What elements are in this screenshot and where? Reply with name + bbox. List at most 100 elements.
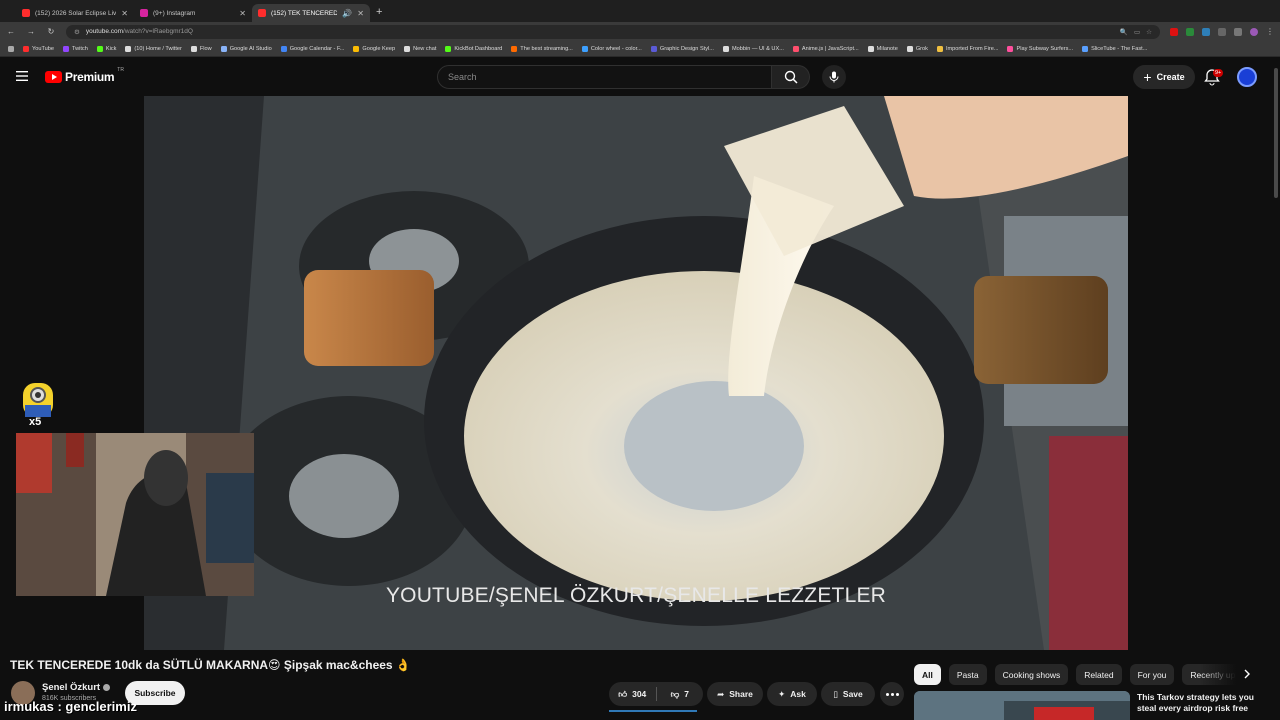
- cast-icon[interactable]: ▭: [1134, 28, 1140, 36]
- new-tab-icon[interactable]: +: [376, 6, 382, 18]
- close-tab-icon[interactable]: ✕: [357, 9, 364, 18]
- channel-name[interactable]: Şenel Özkurt: [42, 682, 111, 693]
- ask-label: Ask: [790, 689, 806, 699]
- more-dots-icon: [885, 692, 889, 696]
- minion-sticker-icon: x5: [19, 381, 57, 428]
- bookmark-item[interactable]: SliceTube - The Fast...: [1082, 45, 1147, 52]
- zoom-icon[interactable]: 🔍: [1120, 28, 1128, 36]
- bookmark-item[interactable]: (10) Home / Twitter: [125, 45, 182, 52]
- site-info-icon[interactable]: ⚙: [74, 28, 80, 36]
- bookmark-item[interactable]: New chat: [404, 45, 436, 52]
- bookmark-item[interactable]: KickBot Dashboard: [445, 45, 503, 52]
- filter-chip[interactable]: All: [914, 664, 941, 685]
- bookmark-item[interactable]: Milanote: [867, 45, 898, 52]
- bookmark-item[interactable]: Google Calendar - F...: [280, 45, 345, 52]
- bookmark-label: KickBot Dashboard: [454, 45, 503, 52]
- recommended-video-thumbnail[interactable]: [914, 691, 1130, 720]
- verified-badge-icon: [103, 684, 111, 691]
- bookmark-item[interactable]: Imported From Fire...: [936, 45, 999, 52]
- filter-chip[interactable]: Cooking shows: [994, 664, 1069, 685]
- filter-chip[interactable]: Related: [1076, 664, 1122, 685]
- bookmark-label: Google AI Studio: [229, 45, 272, 52]
- bookmark-label: Kick: [105, 45, 117, 52]
- back-icon[interactable]: ←: [6, 27, 16, 36]
- close-tab-icon[interactable]: ✕: [239, 9, 246, 18]
- profile-icon[interactable]: [1250, 27, 1258, 36]
- bookmark-label: Google Calendar - F...: [289, 45, 345, 52]
- browser-tab[interactable]: (152) 2026 Solar Eclipse Live fro ✕: [16, 4, 134, 22]
- browser-toolbar: ← → ↻ ⚙ youtube.com/watch?v=lRaebgmr1dQ …: [0, 22, 1280, 41]
- bookmark-favicon-icon: [1082, 45, 1089, 52]
- bookmark-item[interactable]: YouTube: [23, 45, 54, 52]
- bookmark-label: Mobbin — UI & UX...: [731, 45, 784, 52]
- search-input[interactable]: Search: [437, 65, 772, 89]
- video-title: TEK TENCEREDE 10dk da SÜTLÜ MAKARNA😍 Şip…: [10, 658, 411, 672]
- logo-wordmark: Premium: [65, 70, 115, 84]
- filter-chip[interactable]: For you: [1129, 664, 1175, 685]
- share-button[interactable]: ➦ Share: [707, 682, 763, 706]
- chevron-right-icon: [1244, 669, 1250, 679]
- share-label: Share: [729, 689, 753, 699]
- more-actions-button[interactable]: [880, 682, 904, 706]
- downloads-icon[interactable]: [1234, 27, 1242, 36]
- account-avatar[interactable]: [1237, 67, 1257, 87]
- bookmark-item[interactable]: Mobbin — UI & UX...: [722, 45, 784, 52]
- reload-icon[interactable]: ↻: [46, 27, 56, 36]
- bookmark-item[interactable]: The best streaming...: [511, 45, 573, 52]
- bookmark-item[interactable]: Google Keep: [353, 45, 395, 52]
- recommended-video-title[interactable]: This Tarkov strategy lets you steal ever…: [1137, 692, 1262, 714]
- browser-menu-icon[interactable]: ⋮: [1266, 27, 1274, 36]
- bookmark-item[interactable]: Kick: [96, 45, 117, 52]
- video-player[interactable]: YOUTUBE/ŞENEL ÖZKURT/ŞENELLE LEZZETLER: [144, 96, 1128, 650]
- create-button[interactable]: + Create: [1133, 65, 1195, 89]
- extension-icon[interactable]: [1202, 27, 1210, 36]
- bookmark-label: The best streaming...: [520, 45, 573, 52]
- bookmark-label: Twitch: [71, 45, 88, 52]
- hamburger-menu-icon[interactable]: [16, 70, 28, 82]
- forward-icon[interactable]: →: [26, 27, 36, 36]
- puzzle-extensions-icon[interactable]: [1218, 27, 1226, 36]
- bookmark-item[interactable]: Grok: [906, 45, 928, 52]
- ask-button[interactable]: ✦ Ask: [767, 682, 817, 706]
- address-bar[interactable]: ⚙ youtube.com/watch?v=lRaebgmr1dQ 🔍 ▭ ☆: [66, 24, 1160, 39]
- youtube-premium-logo[interactable]: Premium TR: [45, 67, 124, 84]
- bookmark-star-icon[interactable]: ☆: [1146, 28, 1152, 36]
- plus-icon: +: [1143, 69, 1152, 85]
- dislike-button[interactable]: 👎︎ 7: [657, 689, 704, 700]
- page-scrollbar[interactable]: [1272, 58, 1280, 720]
- search-icon: [784, 70, 798, 84]
- bookmark-label: (10) Home / Twitter: [134, 45, 182, 52]
- scrollbar-thumb[interactable]: [1274, 68, 1278, 198]
- bookmark-favicon-icon: [792, 45, 799, 52]
- url-path: /watch?v=lRaebgmr1dQ: [123, 28, 193, 35]
- apps-grid-icon[interactable]: [8, 45, 14, 52]
- instagram-favicon-icon: [140, 9, 148, 17]
- youtube-favicon-icon: [258, 9, 266, 17]
- bookmark-label: Grok: [915, 45, 928, 52]
- extension-icon[interactable]: [1170, 27, 1178, 36]
- bookmark-item[interactable]: Flow: [190, 45, 212, 52]
- browser-tab-active[interactable]: (152) TEK TENCEREDE 10dk 🔊 ✕: [252, 4, 370, 22]
- close-tab-icon[interactable]: ✕: [121, 9, 128, 18]
- bookmark-item[interactable]: Color wheel - color...: [581, 45, 642, 52]
- save-button[interactable]: ▯ Save: [821, 682, 875, 706]
- bookmark-label: YouTube: [32, 45, 54, 52]
- extension-icon[interactable]: [1186, 27, 1194, 36]
- chips-next-button[interactable]: [1239, 666, 1255, 682]
- bookmark-item[interactable]: Twitch: [62, 45, 88, 52]
- like-button[interactable]: 👍︎ 304: [609, 689, 656, 700]
- bookmark-item[interactable]: Google AI Studio: [220, 45, 272, 52]
- browser-tab[interactable]: (9+) Instagram ✕: [134, 4, 252, 22]
- bookmark-label: Imported From Fire...: [945, 45, 999, 52]
- voice-search-button[interactable]: [822, 65, 846, 89]
- bookmark-item[interactable]: Graphic Design Styl...: [650, 45, 714, 52]
- audio-playing-icon[interactable]: 🔊: [342, 9, 352, 18]
- bookmark-item[interactable]: Anime.js | JavaScript...: [792, 45, 859, 52]
- search-button[interactable]: [772, 65, 810, 89]
- bookmark-favicon-icon: [353, 45, 360, 52]
- save-label: Save: [842, 689, 863, 699]
- tab-title: (152) TEK TENCEREDE 10dk: [271, 9, 338, 17]
- filter-chip[interactable]: Pasta: [948, 664, 987, 685]
- bookmark-item[interactable]: Play Subway Surfers...: [1007, 45, 1073, 52]
- stream-chat-overlay: irmukas : genclerimiz: [4, 699, 137, 714]
